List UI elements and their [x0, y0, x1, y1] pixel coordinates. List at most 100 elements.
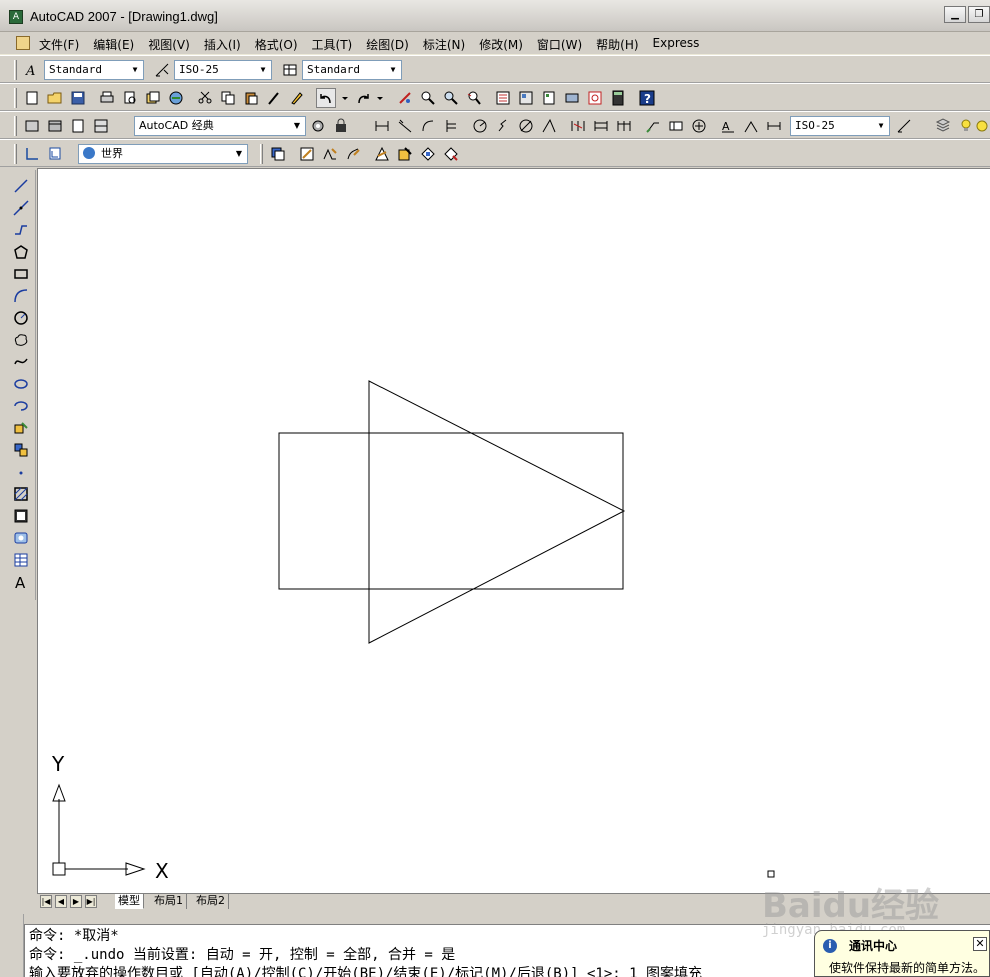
region-icon[interactable] — [11, 528, 31, 548]
save-icon[interactable] — [68, 88, 88, 108]
tab-layout1[interactable]: 布局1 — [151, 894, 187, 909]
menu-modify[interactable]: 修改(M) — [479, 36, 523, 53]
toolbar-grip[interactable] — [260, 144, 263, 164]
tab-model[interactable]: 模型 — [115, 894, 144, 909]
properties-icon[interactable] — [493, 88, 513, 108]
insert-block-icon[interactable] — [11, 418, 31, 438]
quick-leader-icon[interactable] — [643, 116, 663, 136]
rectangle-icon[interactable] — [11, 264, 31, 284]
revision-cloud-icon[interactable] — [11, 330, 31, 350]
dimension-style-icon[interactable] — [894, 116, 914, 136]
toolbar-grip[interactable] — [14, 116, 17, 136]
undo-button[interactable] — [316, 88, 336, 108]
zoom-realtime-icon[interactable] — [418, 88, 438, 108]
help-icon[interactable]: ? — [637, 88, 657, 108]
dimension-edit-icon[interactable]: A — [718, 116, 738, 136]
layer-on-bulb-icon[interactable] — [956, 116, 976, 136]
edit-spline-icon[interactable] — [297, 144, 317, 164]
communication-center-balloon[interactable]: i 通讯中心 ✕ 使软件保持最新的简单方法。 — [814, 930, 990, 977]
match-properties-icon[interactable] — [264, 88, 284, 108]
next-tab-button[interactable]: ▶ — [70, 895, 82, 908]
design-center-icon[interactable] — [516, 88, 536, 108]
dimension-update-icon[interactable] — [764, 116, 784, 136]
linear-dimension-icon[interactable] — [372, 116, 392, 136]
radius-dimension-icon[interactable] — [470, 116, 490, 136]
menu-tools[interactable]: 工具(T) — [312, 36, 353, 53]
tolerance-icon[interactable] — [666, 116, 686, 136]
prev-tab-button[interactable]: ◀ — [55, 895, 67, 908]
document-icon[interactable] — [16, 36, 30, 50]
point-icon[interactable] — [11, 462, 31, 482]
multiline-text-icon[interactable]: A — [11, 572, 31, 592]
ucs-icon[interactable] — [22, 144, 42, 164]
drawn-triangle[interactable] — [368, 380, 626, 644]
dimension-style-select[interactable]: ISO-25 ▼ — [790, 116, 890, 136]
cut-icon[interactable] — [195, 88, 215, 108]
quick-dimension-icon[interactable] — [568, 116, 588, 136]
plot-preview-icon[interactable] — [120, 88, 140, 108]
aligned-dimension-icon[interactable] — [395, 116, 415, 136]
text-style-icon[interactable]: A — [22, 60, 42, 80]
center-mark-icon[interactable] — [689, 116, 709, 136]
first-tab-button[interactable]: |◀ — [40, 895, 52, 908]
minimize-button[interactable]: ▁ — [944, 6, 966, 23]
continue-dimension-icon[interactable] — [614, 116, 634, 136]
attribute-extract-icon[interactable] — [441, 144, 461, 164]
workspace-select[interactable]: AutoCAD 经典 ▼ — [134, 116, 306, 136]
line-icon[interactable] — [11, 176, 31, 196]
edit-hatch-icon[interactable] — [372, 144, 392, 164]
toolbar-grip[interactable] — [14, 88, 17, 108]
zoom-previous-icon[interactable] — [464, 88, 484, 108]
menu-help[interactable]: 帮助(H) — [596, 36, 638, 53]
named-ucs-icon[interactable] — [45, 144, 65, 164]
copy-icon[interactable] — [218, 88, 238, 108]
dimension-text-edit-icon[interactable] — [741, 116, 761, 136]
block-editor-icon[interactable] — [287, 88, 307, 108]
markup-set-manager-icon[interactable] — [585, 88, 605, 108]
menu-draw[interactable]: 绘图(D) — [366, 36, 409, 53]
layer-previous-icon[interactable] — [68, 116, 88, 136]
arc-icon[interactable] — [11, 286, 31, 306]
table-style-icon[interactable] — [280, 60, 300, 80]
print-icon[interactable] — [97, 88, 117, 108]
construction-line-icon[interactable] — [11, 198, 31, 218]
redo-button[interactable] — [353, 88, 373, 108]
edit-text-icon[interactable] — [343, 144, 363, 164]
drawing-area[interactable]: X Y — [37, 168, 990, 893]
redo-dropdown[interactable] — [374, 88, 386, 108]
etransmit-icon[interactable] — [166, 88, 186, 108]
layer-states-icon[interactable] — [91, 116, 111, 136]
publish-icon[interactable] — [143, 88, 163, 108]
edit-polyline-icon[interactable] — [320, 144, 340, 164]
autocad-app-icon[interactable]: A — [9, 10, 23, 24]
arc-length-icon[interactable] — [418, 116, 438, 136]
layer-freeze-sun-icon[interactable] — [974, 116, 990, 136]
workspace-save-icon[interactable] — [45, 116, 65, 136]
layer-manager-icon[interactable] — [933, 116, 953, 136]
jogged-dimension-icon[interactable] — [493, 116, 513, 136]
menu-insert[interactable]: 插入(I) — [204, 36, 241, 53]
menu-window[interactable]: 窗口(W) — [537, 36, 582, 53]
tab-layout2[interactable]: 布局2 — [193, 894, 229, 909]
polyline-icon[interactable] — [11, 220, 31, 240]
menu-express[interactable]: Express — [653, 36, 700, 53]
close-icon[interactable]: ✕ — [973, 937, 987, 951]
edit-attribute-icon[interactable] — [395, 144, 415, 164]
menu-view[interactable]: 视图(V) — [148, 36, 190, 53]
diameter-dimension-icon[interactable] — [516, 116, 536, 136]
menu-file[interactable]: 文件(F) — [39, 36, 79, 53]
circle-icon[interactable] — [11, 308, 31, 328]
table-icon[interactable] — [11, 550, 31, 570]
undo-dropdown[interactable] — [339, 88, 351, 108]
ordinate-dimension-icon[interactable] — [441, 116, 461, 136]
new-file-icon[interactable] — [22, 88, 42, 108]
zoom-window-icon[interactable] — [441, 88, 461, 108]
text-style-select[interactable]: Standard ▼ — [44, 60, 144, 80]
workspace-gear-icon[interactable] — [308, 116, 328, 136]
menu-dimension[interactable]: 标注(N) — [423, 36, 465, 53]
open-file-icon[interactable] — [45, 88, 65, 108]
ucs-select[interactable]: 世界 ▼ — [78, 144, 248, 164]
baseline-dimension-icon[interactable] — [591, 116, 611, 136]
dim-style-select[interactable]: ISO-25 ▼ — [174, 60, 272, 80]
restore-button[interactable]: ❐ — [968, 6, 990, 23]
